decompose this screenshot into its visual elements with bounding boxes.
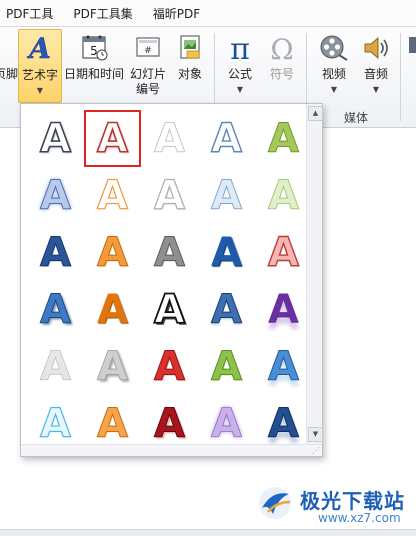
partial-icon (407, 33, 416, 60)
footer-button[interactable]: 页脚 (0, 27, 19, 123)
omega-icon: Ω (267, 33, 297, 66)
slide-number-label-1: 幻灯片 (129, 67, 166, 81)
object-label: 对象 (177, 67, 202, 81)
speaker-icon (361, 33, 391, 66)
formula-label: 公式 (227, 67, 252, 81)
next-ribbon-button-partial[interactable] (404, 29, 416, 101)
wordart-dropdown-arrow[interactable]: ▼ (19, 86, 61, 95)
video-button[interactable]: 视频 ▼ (312, 29, 356, 101)
scroll-up-icon[interactable]: ▲ (308, 106, 323, 121)
ribbon-separator (400, 33, 401, 121)
menu-pdf-tools[interactable]: PDF工具 (0, 5, 63, 22)
wordart-style-black-outline[interactable]: A (141, 281, 198, 338)
wordart-style-blue-reflection[interactable]: A (255, 338, 312, 395)
wordart-style-orange-gradient[interactable]: A (84, 224, 141, 281)
wordart-style-silver-gradient[interactable]: A (141, 224, 198, 281)
menu-foxit-pdf[interactable]: 福昕PDF (143, 5, 210, 22)
wordart-style-outline-blue[interactable]: A (198, 110, 255, 167)
wordart-style-red-outline[interactable]: A (255, 224, 312, 281)
wordart-button[interactable]: A 艺术字 ▼ (18, 29, 62, 103)
watermark-logo-icon (256, 484, 294, 522)
film-reel-icon (319, 33, 349, 66)
wordart-grid: A A A A A A A A A A A A A A A A A A A A … (27, 110, 312, 452)
media-group-label: 媒体 (344, 111, 369, 125)
wordart-style-blue-metal[interactable]: A (198, 281, 255, 338)
wordart-style-orange-outline[interactable]: A (84, 167, 141, 224)
wordart-style-light-gray[interactable]: A (27, 338, 84, 395)
calendar-icon: 5 (80, 33, 108, 64)
watermark-url: www.xz7.com (318, 511, 401, 525)
wordart-icon: A (26, 32, 54, 66)
wordart-style-purple-reflection[interactable]: A (255, 281, 312, 338)
slide-number-icon: # (134, 33, 162, 64)
wordart-style-green-gradient[interactable]: A (198, 338, 255, 395)
symbol-button[interactable]: Ω 符号 (262, 29, 302, 101)
gallery-footer: ⋰ (21, 444, 322, 456)
video-label: 视频 (321, 67, 346, 81)
wordart-style-red-gradient[interactable]: A (141, 338, 198, 395)
datetime-label: 日期和时间 (63, 67, 124, 81)
wordart-style-blue-shadow[interactable]: A (27, 281, 84, 338)
wordart-style-blue-gradient[interactable]: A (27, 224, 84, 281)
gallery-scrollbar[interactable]: ▲ ▼ (306, 104, 323, 444)
wordart-style-light-green[interactable]: A (255, 167, 312, 224)
wordart-style-blue-bevel[interactable]: A (198, 224, 255, 281)
wordart-style-gray-outline[interactable]: A (141, 167, 198, 224)
resize-grip-icon[interactable]: ⋰ (312, 446, 320, 455)
wordart-style-outline-light-gray[interactable]: A (141, 110, 198, 167)
wordart-style-orange-solid[interactable]: A (84, 281, 141, 338)
slide-number-button[interactable]: # 幻灯片 编号 (126, 29, 170, 101)
pi-icon: π (225, 32, 255, 67)
svg-text:A: A (26, 32, 51, 62)
wordart-label: 艺术字 (21, 68, 58, 82)
svg-text:π: π (230, 33, 250, 63)
wordart-style-outline-dark-gray[interactable]: A (27, 110, 84, 167)
video-dropdown-arrow[interactable]: ▼ (312, 85, 356, 94)
formula-dropdown-arrow[interactable]: ▼ (220, 85, 260, 94)
symbol-label: 符号 (269, 67, 294, 81)
object-icon (176, 33, 204, 64)
menu-pdf-toolset[interactable]: PDF工具集 (63, 5, 142, 22)
wordart-style-silver-shadow[interactable]: A (84, 338, 141, 395)
audio-button[interactable]: 音频 ▼ (356, 29, 396, 101)
footer-label: 页脚 (0, 67, 19, 81)
wordart-style-blue-glow[interactable]: A (27, 167, 84, 224)
audio-dropdown-arrow[interactable]: ▼ (356, 85, 396, 94)
wordart-gallery: A A A A A A A A A A A A A A A A A A A A … (20, 103, 323, 457)
svg-text:#: # (144, 46, 152, 56)
object-button[interactable]: 对象 (170, 29, 210, 101)
menu-bar: PDF工具 PDF工具集 福昕PDF (0, 0, 416, 26)
scroll-down-icon[interactable]: ▼ (308, 427, 323, 442)
watermark-text: 极光下载站 (300, 489, 405, 513)
datetime-button[interactable]: 5 日期和时间 (62, 29, 126, 101)
audio-label: 音频 (363, 67, 388, 81)
wordart-style-outline-red[interactable]: A (84, 110, 141, 167)
wordart-style-outline-green[interactable]: A (255, 110, 312, 167)
formula-button[interactable]: π 公式 ▼ (220, 29, 260, 101)
wordart-style-light-blue[interactable]: A (198, 167, 255, 224)
slide-number-label-2: 编号 (135, 82, 160, 96)
svg-text:Ω: Ω (270, 33, 293, 63)
